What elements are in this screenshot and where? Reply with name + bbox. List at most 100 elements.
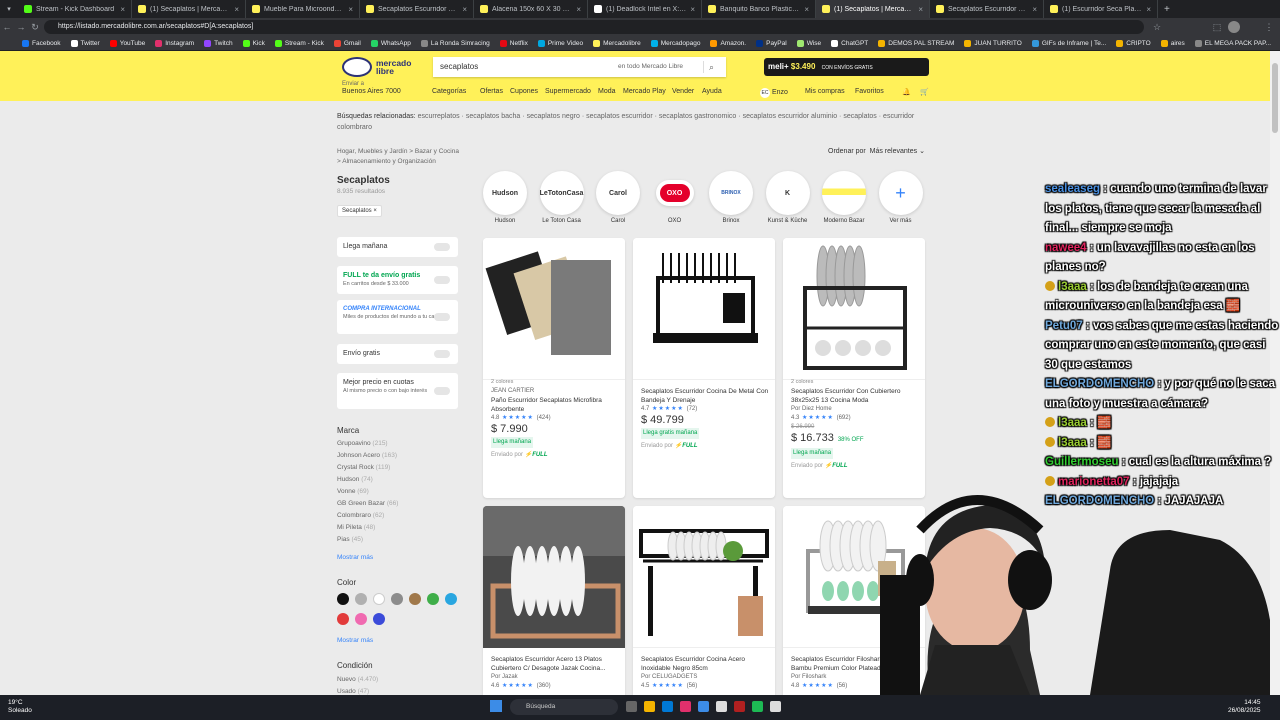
product-title[interactable]: Secaplatos Escurridor Cocina Acero Inoxi…: [641, 655, 769, 673]
filter-toggle[interactable]: [434, 243, 450, 251]
browser-tab[interactable]: (1) Escurridor Seca Platos Acero×: [1044, 0, 1158, 18]
bookmark-item[interactable]: Kick: [242, 39, 265, 47]
windows-start-icon[interactable]: [490, 700, 502, 712]
brand-shortcut-logo[interactable]: LeTotonCasa: [539, 171, 584, 215]
color-swatch[interactable]: [337, 593, 349, 605]
product-image-frame[interactable]: [483, 238, 625, 380]
bookmark-item[interactable]: CRIPTO: [1116, 39, 1151, 47]
bookmark-item[interactable]: PayPal: [756, 39, 787, 47]
bookmark-item[interactable]: aires: [1160, 39, 1185, 47]
filter-toggle[interactable]: [434, 276, 450, 284]
bookmark-item[interactable]: Netflix: [499, 39, 528, 47]
my-purchases-link[interactable]: Mis compras: [805, 88, 845, 95]
brand-shortcut-logo[interactable]: +: [878, 171, 923, 215]
close-icon[interactable]: ×: [120, 5, 125, 14]
bookmark-item[interactable]: YouTube: [109, 39, 145, 47]
bookmark-item[interactable]: Mercadopago: [650, 39, 700, 47]
applied-filter-chip[interactable]: Secaplatos ×: [337, 205, 382, 217]
filter-card[interactable]: FULL te da envío gratis En carritos desde…: [337, 266, 458, 294]
related-search-link[interactable]: escurreplatos: [418, 113, 460, 120]
brand-filter-item[interactable]: Crystal Rock (119): [337, 464, 398, 476]
brand-filter-item[interactable]: GB Green Bazar (66): [337, 500, 398, 512]
taskbar-app-icon[interactable]: [698, 701, 709, 712]
nav-item[interactable]: Ofertas: [480, 88, 503, 95]
send-location[interactable]: Enviar a Buenos Aires 7000: [342, 81, 401, 95]
related-search-link[interactable]: secaplatos negro: [527, 113, 580, 120]
brand-filter-item[interactable]: Johnson Acero (163): [337, 452, 398, 464]
bookmark-item[interactable]: Twitter: [70, 39, 100, 47]
bookmark-item[interactable]: ChatGPT: [831, 39, 868, 47]
color-swatch[interactable]: [373, 593, 385, 605]
browser-tab[interactable]: Stream - Kick Dashboard ×: [18, 0, 132, 18]
chat-username[interactable]: ELGORDOMENCHO: [1045, 378, 1154, 390]
product-image-frame[interactable]: [633, 506, 775, 648]
meli-plus-banner[interactable]: meli+ $3.490 CON ENVÍOS GRATIS: [764, 58, 929, 76]
brand-shortcut-label[interactable]: Ver más: [871, 218, 931, 224]
browser-tab[interactable]: Secaplatos Escurridor Cocina Ac ×: [360, 0, 474, 18]
brand-filter-item[interactable]: Grupoavino (215): [337, 440, 398, 452]
taskbar-app-icon[interactable]: [734, 701, 745, 712]
brand-shortcut-label[interactable]: Hudson: [475, 218, 535, 224]
search-scope[interactable]: en todo Mercado Libre: [618, 57, 683, 77]
nav-item[interactable]: Categorías: [432, 88, 466, 95]
product-card[interactable]: 2 colores Secaplatos Escurridor Con Cubie…: [783, 238, 925, 498]
weather-widget[interactable]: 19°C Soleado: [8, 699, 32, 715]
browser-tab[interactable]: (1) Secaplatos | MercadoLibre ×: [132, 0, 246, 18]
product-seller[interactable]: Por Jazak: [491, 673, 619, 682]
color-show-more[interactable]: Mostrar más: [337, 637, 373, 644]
bookmark-item[interactable]: La Ronda Simracing: [420, 39, 490, 47]
product-image-frame[interactable]: [633, 238, 775, 380]
taskbar-search[interactable]: Búsqueda: [510, 699, 618, 715]
menu-icon[interactable]: ⋮: [1262, 22, 1276, 33]
close-icon[interactable]: ×: [690, 5, 695, 14]
filter-card[interactable]: Envío gratis: [337, 344, 458, 364]
browser-tab[interactable]: (1) Secaplatos | MercadoLibre ×: [816, 0, 930, 18]
bell-icon[interactable]: 🔔: [902, 88, 911, 96]
close-icon[interactable]: ×: [804, 5, 809, 14]
nav-item[interactable]: Moda: [598, 88, 616, 95]
color-swatch[interactable]: [373, 613, 385, 625]
related-search-link[interactable]: secaplatos escurridor: [586, 113, 653, 120]
taskbar-app-icon[interactable]: [662, 701, 673, 712]
new-tab-icon[interactable]: +: [1164, 4, 1170, 15]
chat-username[interactable]: sealeaseg: [1045, 183, 1100, 195]
bookmark-item[interactable]: Twitch: [204, 39, 233, 47]
brand-shortcut-label[interactable]: Kunst & Küche: [758, 218, 818, 224]
taskbar-app-icon[interactable]: [680, 701, 691, 712]
condition-filter-item[interactable]: Nuevo (4.470): [337, 676, 378, 688]
close-icon[interactable]: ×: [1032, 5, 1037, 14]
brand-shortcut-label[interactable]: Carol: [588, 218, 648, 224]
brand-filter-item[interactable]: Hudson (74): [337, 476, 398, 488]
breadcrumb-line-1[interactable]: Hogar, Muebles y Jardín > Bazar y Cocina: [337, 147, 459, 157]
chat-username[interactable]: nawee4: [1045, 242, 1087, 254]
taskbar-app-icon[interactable]: [716, 701, 727, 712]
search-input[interactable]: secaplatos en todo Mercado Libre ⌕: [433, 57, 726, 77]
taskbar-app-icon[interactable]: [626, 701, 637, 712]
breadcrumb-line-2[interactable]: > Almacenamiento y Organización: [337, 157, 459, 167]
related-search-link[interactable]: secaplatos gastronomico: [659, 113, 736, 120]
color-swatch[interactable]: [427, 593, 439, 605]
filter-toggle[interactable]: [434, 350, 450, 358]
browser-tab[interactable]: Banquito Banco Plastico Plegab ×: [702, 0, 816, 18]
color-swatch[interactable]: [337, 613, 349, 625]
filter-card[interactable]: Mejor precio en cuotas Al mismo precio o …: [337, 373, 458, 409]
taskbar-app-icon[interactable]: [752, 701, 763, 712]
product-card[interactable]: Secaplatos Escurridor Acero 13 Platos Cu…: [483, 506, 625, 695]
search-icon[interactable]: ⌕: [709, 57, 714, 77]
brand-filter-item[interactable]: Colombraro (62): [337, 512, 398, 524]
product-title[interactable]: Paño Escurridor Secaplatos Microfibra Ab…: [491, 396, 619, 414]
brand-show-more[interactable]: Mostrar más: [337, 554, 373, 561]
filter-card[interactable]: Llega mañana: [337, 237, 458, 257]
color-swatch[interactable]: [391, 593, 403, 605]
product-title[interactable]: Secaplatos Escurridor Con Cubiertero 38x…: [791, 387, 919, 405]
product-card[interactable]: 2 colores JEAN CARTIER Paño Escurridor Sec…: [483, 238, 625, 498]
brand-shortcut-logo[interactable]: Hudson: [483, 171, 527, 215]
bookmark-item[interactable]: Amazon.: [710, 39, 746, 47]
nav-item[interactable]: Cupones: [510, 88, 538, 95]
nav-item[interactable]: Mercado Play: [623, 88, 666, 95]
related-search-link[interactable]: secaplatos bacha: [466, 113, 520, 120]
brand-filter-item[interactable]: Vonne (69): [337, 488, 398, 500]
color-swatch[interactable]: [355, 593, 367, 605]
filter-card[interactable]: COMPRA INTERNACIONAL Miles de productos d…: [337, 300, 458, 334]
browser-tab[interactable]: (1) Deadlock Intel en X: "Welcom ×: [588, 0, 702, 18]
